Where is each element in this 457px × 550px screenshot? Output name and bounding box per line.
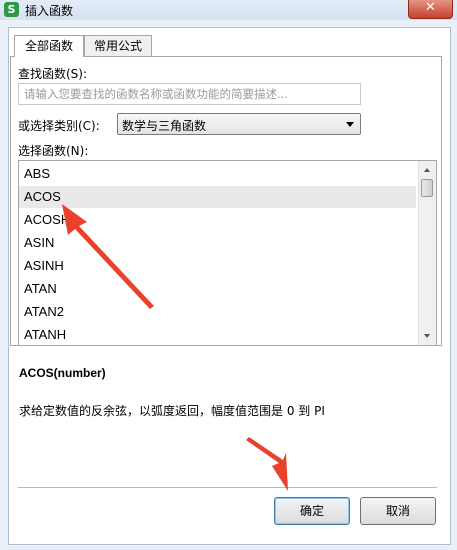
ok-button[interactable]: 确定 [274, 497, 350, 525]
search-input[interactable] [19, 84, 360, 104]
cancel-button[interactable]: 取消 [360, 497, 436, 525]
category-select[interactable]: 数学与三角函数 [117, 113, 361, 135]
list-item-asinh[interactable]: ASINH [19, 255, 416, 277]
function-signature: ACOS(number) [19, 366, 106, 380]
search-field[interactable] [18, 83, 361, 105]
close-button[interactable]: ✕ [408, 0, 453, 19]
list-item-atan[interactable]: ATAN [19, 278, 416, 300]
scroll-thumb[interactable] [421, 179, 433, 197]
divider [18, 487, 437, 488]
list-item-acosh[interactable]: ACOSH [19, 209, 416, 231]
list-scrollbar[interactable] [418, 161, 436, 345]
title-bar: S 插入函数 ✕ [0, 0, 457, 20]
list-item-acos[interactable]: ACOS [19, 186, 416, 208]
category-label: 或选择类别(C): [18, 119, 100, 133]
category-selected-value: 数学与三角函数 [122, 119, 207, 133]
function-description: 求给定数值的反余弦，以弧度返回，幅度值范围是 0 到 PI [19, 404, 325, 418]
function-listbox[interactable]: ABS ACOS ACOSH ASIN ASINH ATAN ATAN2 ATA… [18, 160, 437, 346]
app-icon: S [4, 2, 19, 17]
search-label: 查找函数(S): [18, 67, 88, 81]
window-title: 插入函数 [25, 4, 74, 18]
scroll-up-icon[interactable] [424, 168, 430, 172]
tab-all-functions[interactable]: 全部函数 [14, 35, 84, 57]
list-item-atanh[interactable]: ATANH [19, 324, 416, 345]
function-list-label: 选择函数(N): [18, 144, 89, 158]
list-item-asin[interactable]: ASIN [19, 232, 416, 254]
scroll-down-icon[interactable] [424, 334, 430, 338]
dropdown-arrow-icon [346, 122, 354, 127]
tab-common-formulas[interactable]: 常用公式 [84, 35, 152, 57]
list-item-abs[interactable]: ABS [19, 163, 416, 185]
list-item-atan2[interactable]: ATAN2 [19, 301, 416, 323]
